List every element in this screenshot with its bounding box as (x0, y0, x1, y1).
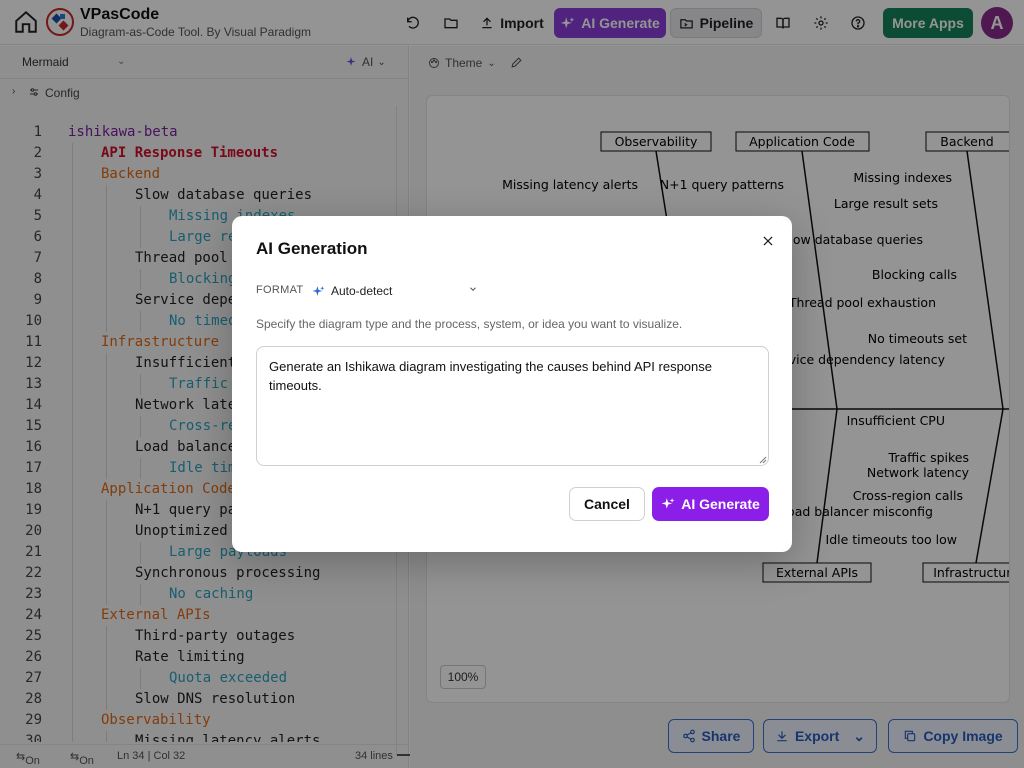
sparkle-icon (312, 285, 325, 296)
ai-generate-submit-label: AI Generate (681, 496, 760, 512)
sparkle-icon (661, 498, 675, 509)
ai-generate-submit-button[interactable]: AI Generate (652, 487, 769, 521)
chevron-down-icon (470, 287, 476, 291)
resize-handle-icon[interactable] (759, 456, 767, 464)
prompt-textarea[interactable]: Generate an Ishikawa diagram investigati… (256, 346, 769, 466)
format-value: Auto-detect (331, 284, 393, 298)
format-label: FORMAT (256, 284, 304, 296)
ai-generation-dialog: AI Generation FORMAT Auto-detect Specify… (232, 216, 792, 552)
close-button[interactable] (758, 231, 778, 251)
cancel-button[interactable]: Cancel (569, 487, 645, 521)
close-icon (763, 236, 773, 246)
dialog-title: AI Generation (256, 239, 368, 258)
prompt-hint: Specify the diagram type and the process… (256, 317, 683, 331)
format-select[interactable]: Auto-detect (312, 279, 482, 303)
